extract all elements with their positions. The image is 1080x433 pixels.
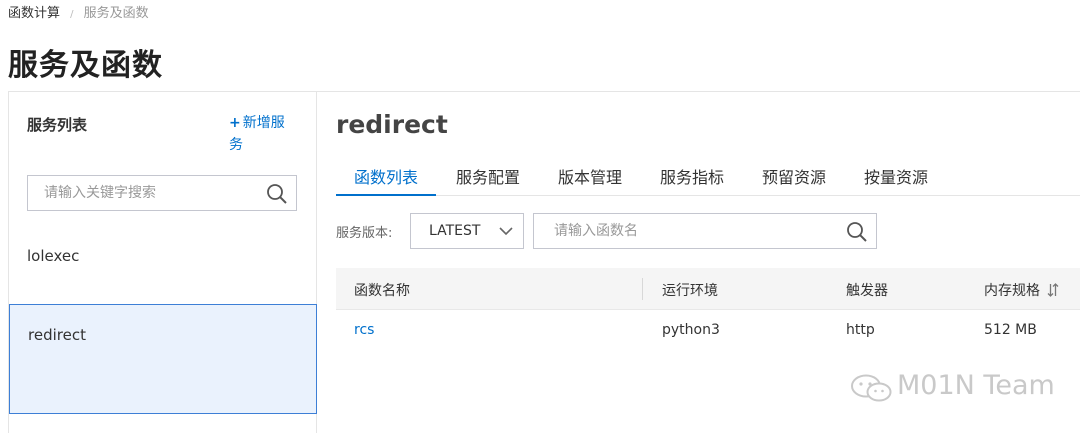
version-label: 服务版本: [336, 226, 393, 241]
column-divider[interactable] [642, 278, 643, 300]
function-table-header: 函数名称 运行环境 触发器 内存规格 [336, 268, 1080, 310]
watermark: M01N Team [849, 369, 1055, 407]
service-tabs: 函数列表 服务配置 版本管理 服务指标 预留资源 按量资源 [336, 154, 1080, 196]
version-select-value: LATEST [429, 223, 481, 239]
search-icon[interactable] [846, 221, 868, 243]
service-list-title: 服务列表 [27, 116, 88, 134]
breadcrumb-separator: / [70, 9, 74, 20]
function-name-link[interactable]: rcs [354, 322, 374, 338]
breadcrumb-current: 服务及函数 [83, 6, 149, 21]
service-search-input[interactable] [28, 176, 248, 210]
service-item-redirect[interactable]: redirect [9, 304, 317, 414]
service-item-lolexec[interactable]: lolexec [9, 247, 317, 265]
breadcrumb-root-link[interactable]: 函数计算 [8, 6, 60, 21]
cell-memory: 512 MB [984, 322, 1037, 338]
tab-function-list[interactable]: 函数列表 [354, 164, 418, 188]
breadcrumb: 函数计算 / 服务及函数 [8, 2, 149, 21]
service-search-box [27, 175, 297, 211]
add-service-button[interactable]: + 新增服务 [229, 112, 291, 156]
version-select[interactable]: LATEST [410, 213, 524, 249]
sort-icon[interactable] [1047, 283, 1059, 297]
column-header-trigger: 触发器 [846, 283, 888, 299]
service-name-heading: redirect [336, 110, 448, 139]
chevron-down-icon [499, 227, 513, 236]
tab-on-demand-resources[interactable]: 按量资源 [864, 164, 928, 188]
tab-version-management[interactable]: 版本管理 [558, 164, 622, 188]
search-icon[interactable] [266, 183, 288, 205]
tab-reserved-resources[interactable]: 预留资源 [762, 164, 826, 188]
active-tab-indicator [336, 194, 436, 196]
table-row: rcs python3 http 512 MB [336, 310, 1080, 352]
column-header-memory[interactable]: 内存规格 [984, 280, 1059, 300]
function-search-box [533, 213, 877, 249]
watermark-text: M01N Team [897, 370, 1055, 401]
column-header-memory-label: 内存规格 [984, 283, 1040, 299]
wechat-logo-icon [851, 374, 892, 402]
column-header-function-name: 函数名称 [354, 283, 410, 299]
cell-runtime: python3 [662, 322, 720, 338]
function-search-input[interactable] [534, 214, 824, 248]
cell-trigger: http [846, 322, 875, 338]
page-title: 服务及函数 [8, 48, 163, 83]
plus-icon: + [229, 115, 241, 131]
service-sidebar: 服务列表 +新增服务 lolexec redirect [9, 92, 317, 433]
tab-service-config[interactable]: 服务配置 [456, 164, 520, 188]
tab-service-metrics[interactable]: 服务指标 [660, 164, 724, 188]
column-header-runtime: 运行环境 [662, 283, 718, 299]
